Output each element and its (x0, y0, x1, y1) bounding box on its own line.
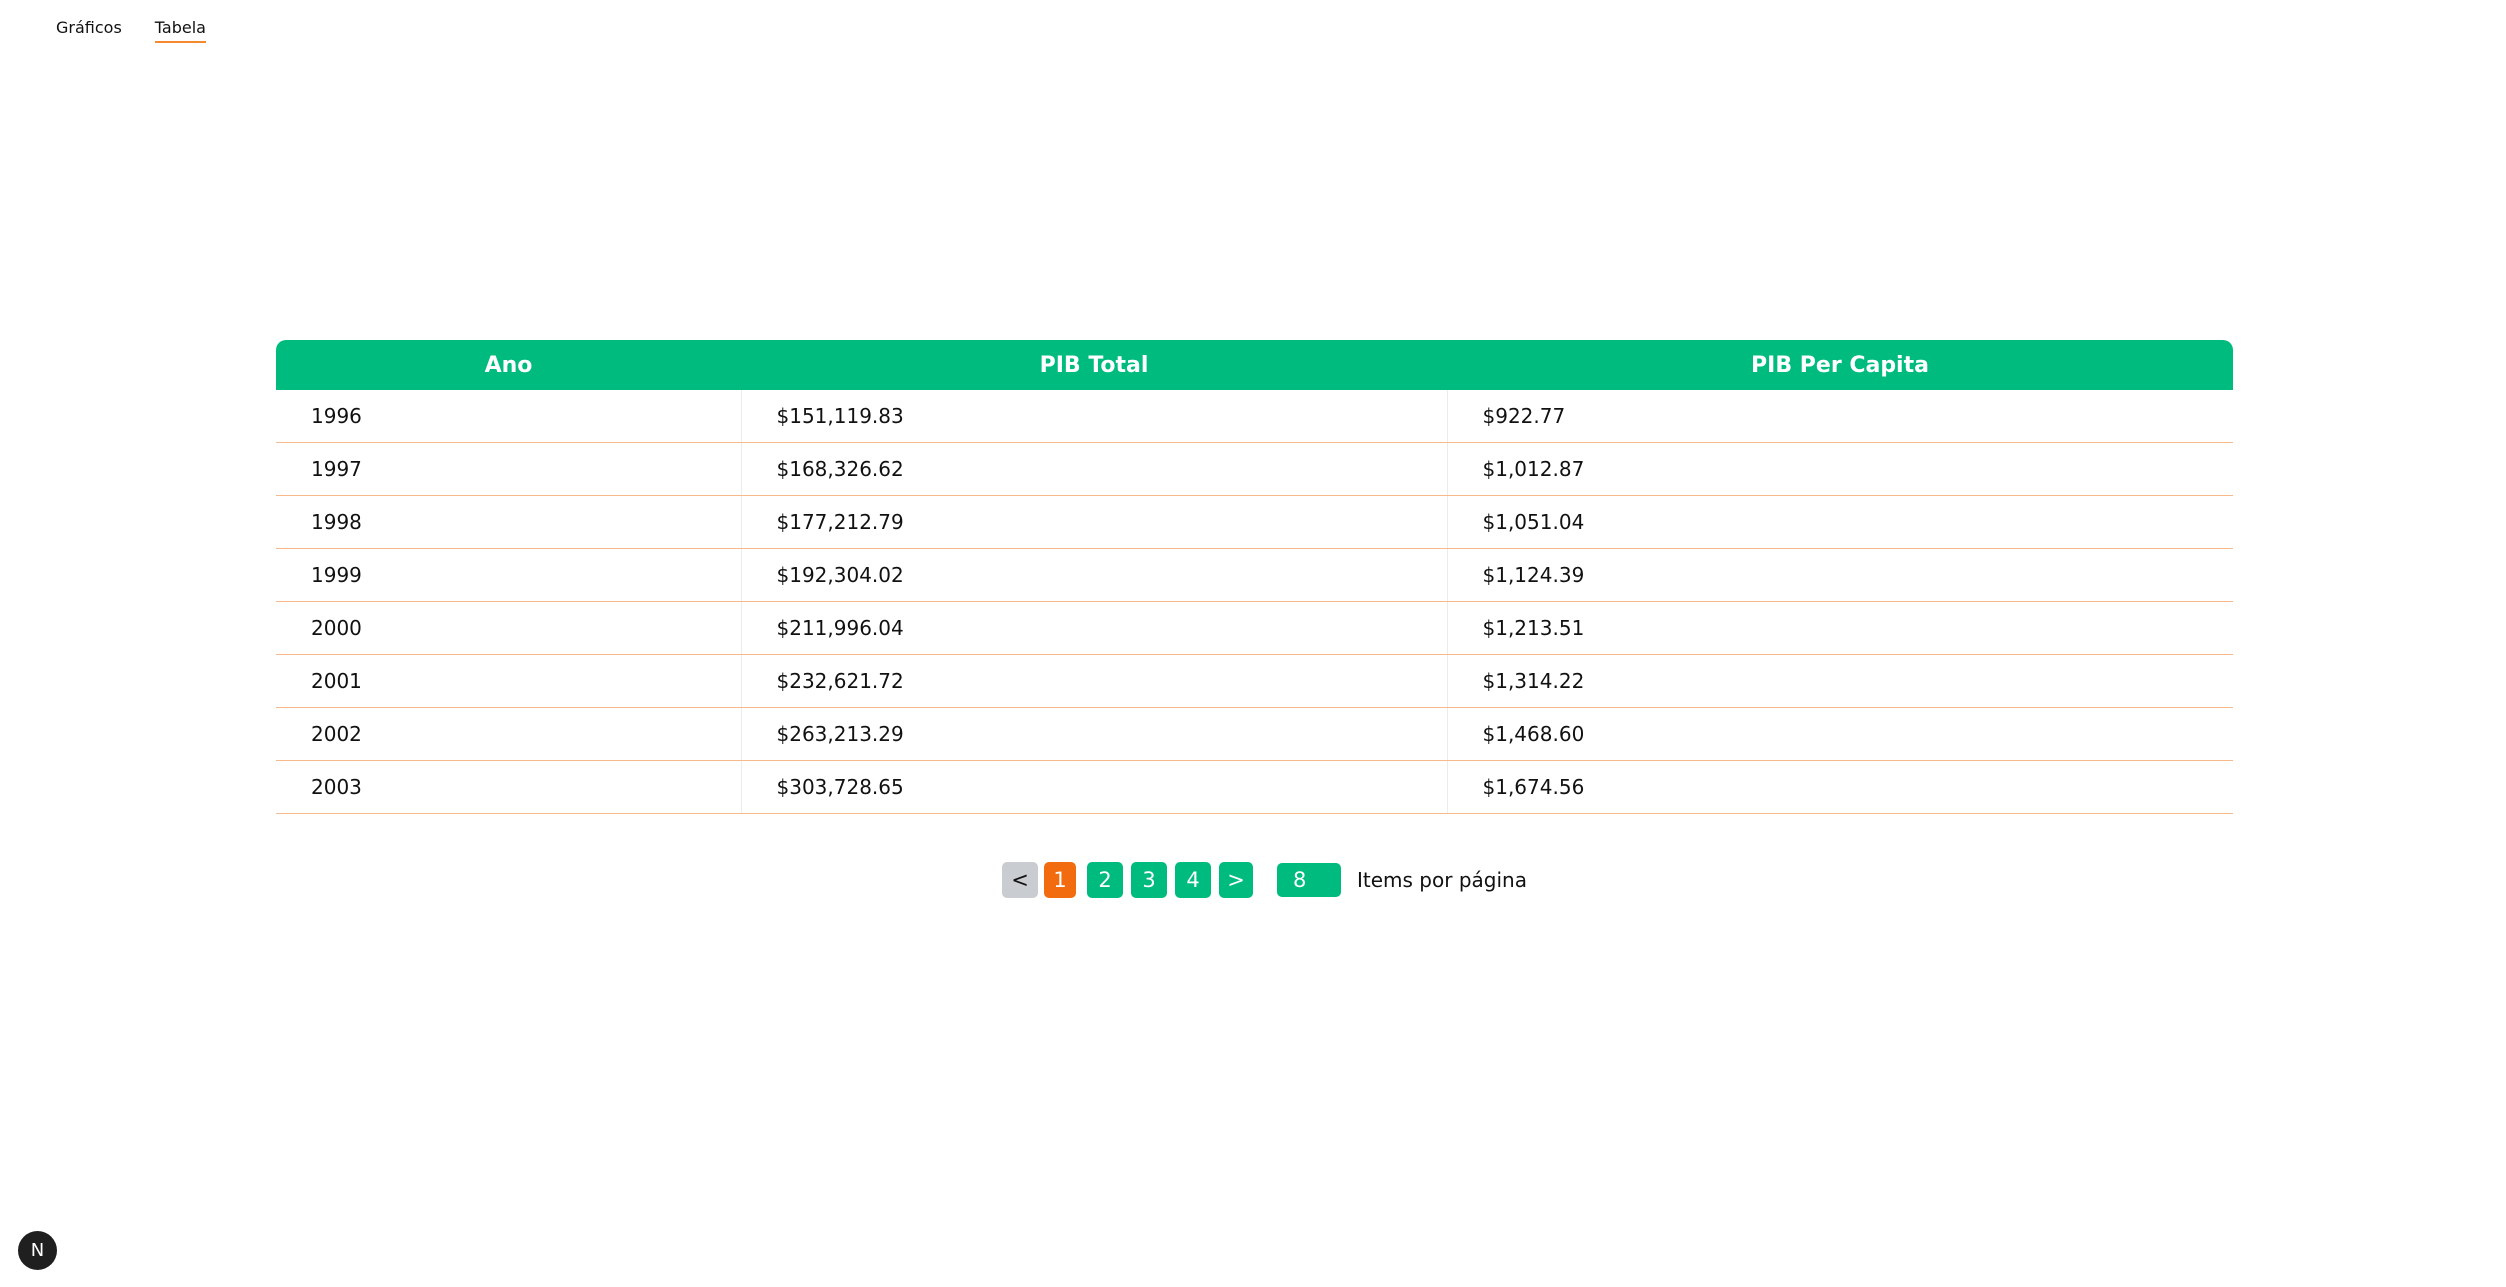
cell-pib-total: $211,996.04 (740, 601, 1447, 655)
table-row: 2003 $303,728.65 $1,674.56 (276, 760, 2233, 814)
table-row: 1998 $177,212.79 $1,051.04 (276, 495, 2233, 549)
items-per-page-select[interactable]: 8 (1277, 863, 1341, 897)
items-per-page-label: Items por página (1357, 868, 1527, 892)
cell-pib-total: $303,728.65 (740, 760, 1447, 814)
table-row: 2000 $211,996.04 $1,213.51 (276, 601, 2233, 655)
column-header-pib-per-capita: PIB Per Capita (1447, 340, 2233, 390)
cell-ano: 2001 (276, 654, 741, 708)
page: Gráficos Tabela Ano PIB Total PIB Per Ca… (0, 0, 2506, 1287)
cell-pib-total: $177,212.79 (740, 495, 1447, 549)
cell-pib-per-capita: $1,674.56 (1446, 760, 2233, 814)
cell-pib-per-capita: $1,468.60 (1446, 707, 2233, 761)
cell-ano: 2003 (276, 760, 741, 814)
column-header-pib-total: PIB Total (741, 340, 1447, 390)
page-button-4[interactable]: 4 (1175, 862, 1211, 898)
cell-ano: 1996 (276, 390, 741, 443)
cell-ano: 1999 (276, 548, 741, 602)
pagination: < 1 2 3 4 > 8 Items por página (1002, 862, 1527, 898)
cell-pib-per-capita: $1,314.22 (1446, 654, 2233, 708)
previous-page-button[interactable]: < (1002, 862, 1038, 898)
n-logo-icon: N (30, 1239, 45, 1261)
table-row: 2002 $263,213.29 $1,468.60 (276, 707, 2233, 761)
cell-ano: 2000 (276, 601, 741, 655)
cell-pib-per-capita: $922.77 (1446, 390, 2233, 443)
cell-pib-total: $168,326.62 (740, 442, 1447, 496)
table-row: 2001 $232,621.72 $1,314.22 (276, 654, 2233, 708)
page-button-3[interactable]: 3 (1131, 862, 1167, 898)
table-header-row: Ano PIB Total PIB Per Capita (276, 340, 2233, 390)
cell-ano: 1997 (276, 442, 741, 496)
cell-pib-per-capita: $1,012.87 (1446, 442, 2233, 496)
gdp-table: Ano PIB Total PIB Per Capita 1996 $151,1… (276, 340, 2233, 814)
page-button-1[interactable]: 1 (1044, 862, 1076, 898)
nav-link-tabela[interactable]: Tabela (154, 18, 206, 43)
cell-pib-total: $263,213.29 (740, 707, 1447, 761)
column-header-ano: Ano (276, 340, 741, 390)
table-row: 1997 $168,326.62 $1,012.87 (276, 442, 2233, 496)
cell-pib-total: $151,119.83 (740, 390, 1447, 443)
cell-pib-total: $232,621.72 (740, 654, 1447, 708)
framework-badge-button[interactable]: N (18, 1231, 57, 1270)
cell-ano: 1998 (276, 495, 741, 549)
table-row: 1996 $151,119.83 $922.77 (276, 390, 2233, 443)
cell-pib-per-capita: $1,051.04 (1446, 495, 2233, 549)
table-row: 1999 $192,304.02 $1,124.39 (276, 548, 2233, 602)
gdp-table-container: Ano PIB Total PIB Per Capita 1996 $151,1… (276, 340, 2233, 814)
nav-link-graficos[interactable]: Gráficos (56, 18, 122, 43)
top-nav: Gráficos Tabela (56, 18, 206, 43)
cell-pib-per-capita: $1,213.51 (1446, 601, 2233, 655)
cell-pib-per-capita: $1,124.39 (1446, 548, 2233, 602)
cell-ano: 2002 (276, 707, 741, 761)
cell-pib-total: $192,304.02 (740, 548, 1447, 602)
next-page-button[interactable]: > (1219, 862, 1253, 898)
page-button-2[interactable]: 2 (1087, 862, 1123, 898)
